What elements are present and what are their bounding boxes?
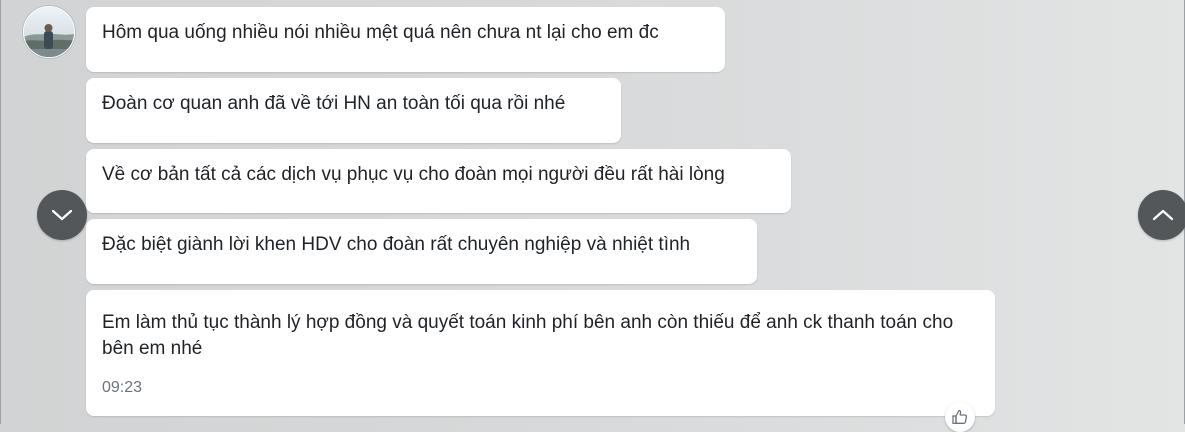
- avatar-photo: [24, 7, 74, 57]
- message-bubble[interactable]: Đặc biệt giành lời khen HDV cho đoàn rất…: [86, 219, 757, 284]
- message-text: Đoàn cơ quan anh đã về tới HN an toàn tố…: [102, 93, 566, 114]
- message-text: Về cơ bản tất cả các dịch vụ phục vụ cho…: [102, 164, 725, 185]
- message-timestamp: 09:23: [102, 379, 143, 396]
- chevron-up-icon: [1152, 209, 1174, 221]
- chevron-down-icon: [51, 209, 73, 221]
- message-bubble[interactable]: Hôm qua uống nhiều nói nhiều mệt quá nên…: [86, 7, 725, 72]
- scroll-down-button[interactable]: [37, 190, 87, 240]
- message-text: Đặc biệt giành lời khen HDV cho đoàn rất…: [102, 234, 691, 255]
- message-bubble[interactable]: Về cơ bản tất cả các dịch vụ phục vụ cho…: [86, 149, 791, 213]
- message-bubble[interactable]: Em làm thủ tục thành lý hợp đồng và quyế…: [86, 290, 995, 416]
- message-text: Hôm qua uống nhiều nói nhiều mệt quá nên…: [102, 22, 659, 43]
- message-bubble[interactable]: Đoàn cơ quan anh đã về tới HN an toàn tố…: [86, 78, 621, 143]
- chat-message-area: Hôm qua uống nhiều nói nhiều mệt quá nên…: [1, 0, 1185, 432]
- scroll-up-button[interactable]: [1138, 190, 1185, 240]
- message-text: Em làm thủ tục thành lý hợp đồng và quyế…: [102, 312, 954, 359]
- thumbs-up-icon: [952, 409, 968, 424]
- sender-avatar[interactable]: [23, 6, 75, 58]
- reaction-button[interactable]: [945, 402, 975, 432]
